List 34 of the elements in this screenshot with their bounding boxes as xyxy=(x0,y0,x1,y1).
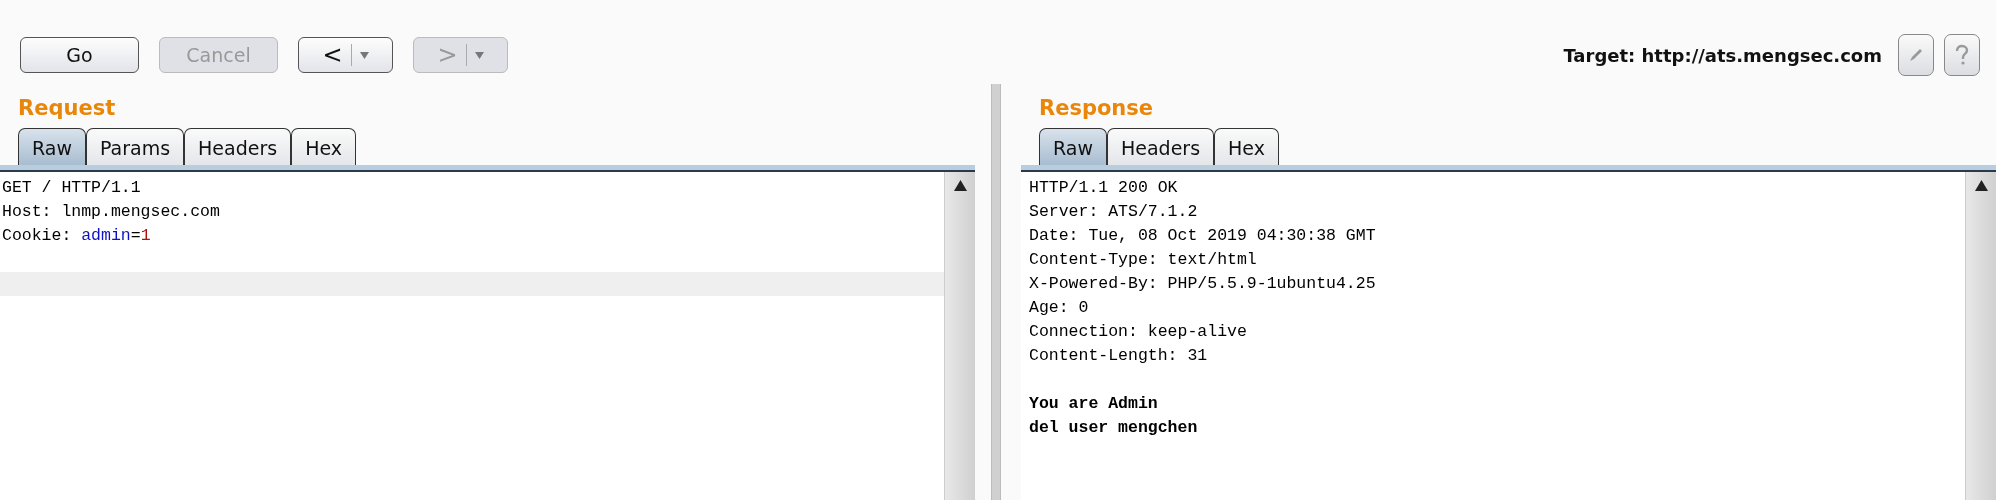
go-button[interactable]: Go xyxy=(20,37,139,73)
code-line: Content-Type: text/html xyxy=(1028,249,1258,271)
code-line: del user mengchen xyxy=(1028,417,1199,439)
code-line: Age: 0 xyxy=(1028,297,1090,319)
code-line: GET / HTTP/1.1 xyxy=(1,177,142,199)
tab[interactable]: Hex xyxy=(1214,128,1279,165)
code-line: HTTP/1.1 200 OK xyxy=(1028,177,1179,199)
pencil-icon[interactable] xyxy=(1898,34,1934,76)
text-editor[interactable]: GET / HTTP/1.1 Host: lnmp.mengsec.com Cookie: admin=1 xyxy=(0,172,975,500)
back-button[interactable]: < xyxy=(298,37,393,73)
pane-title: Request xyxy=(17,95,117,122)
caret-icon xyxy=(359,51,369,59)
code-line: X-Powered-By: PHP/5.5.9-1ubuntu4.25 xyxy=(1028,273,1377,295)
code-line: Cookie: admin=1 xyxy=(1,225,152,247)
code-line: Content-Length: 31 xyxy=(1028,345,1209,367)
help-icon[interactable] xyxy=(1944,34,1980,76)
tab[interactable]: Raw xyxy=(18,128,86,165)
code-line: You are Admin xyxy=(1028,393,1159,415)
target-label: Target: http://ats.mengsec.com xyxy=(1563,44,1882,66)
tab[interactable]: Headers xyxy=(184,128,292,165)
code-line: Date: Tue, 08 Oct 2019 04:30:38 GMT xyxy=(1028,225,1377,247)
tab[interactable]: Raw xyxy=(1039,128,1107,165)
tab[interactable]: Hex xyxy=(291,128,357,165)
scroll-up-icon[interactable] xyxy=(1974,180,1988,191)
scrollbar[interactable] xyxy=(944,172,975,500)
code-line: Host: lnmp.mengsec.com xyxy=(1,201,221,223)
scroll-up-icon[interactable] xyxy=(953,180,967,191)
pane-title: Response xyxy=(1038,95,1155,122)
code-line: Connection: keep-alive xyxy=(1028,321,1248,343)
tab[interactable]: Params xyxy=(85,128,185,165)
scrollbar[interactable] xyxy=(1965,172,1996,500)
code-line: Server: ATS/7.1.2 xyxy=(1028,201,1199,223)
tab[interactable]: Headers xyxy=(1106,128,1215,165)
caret-icon xyxy=(474,51,484,59)
